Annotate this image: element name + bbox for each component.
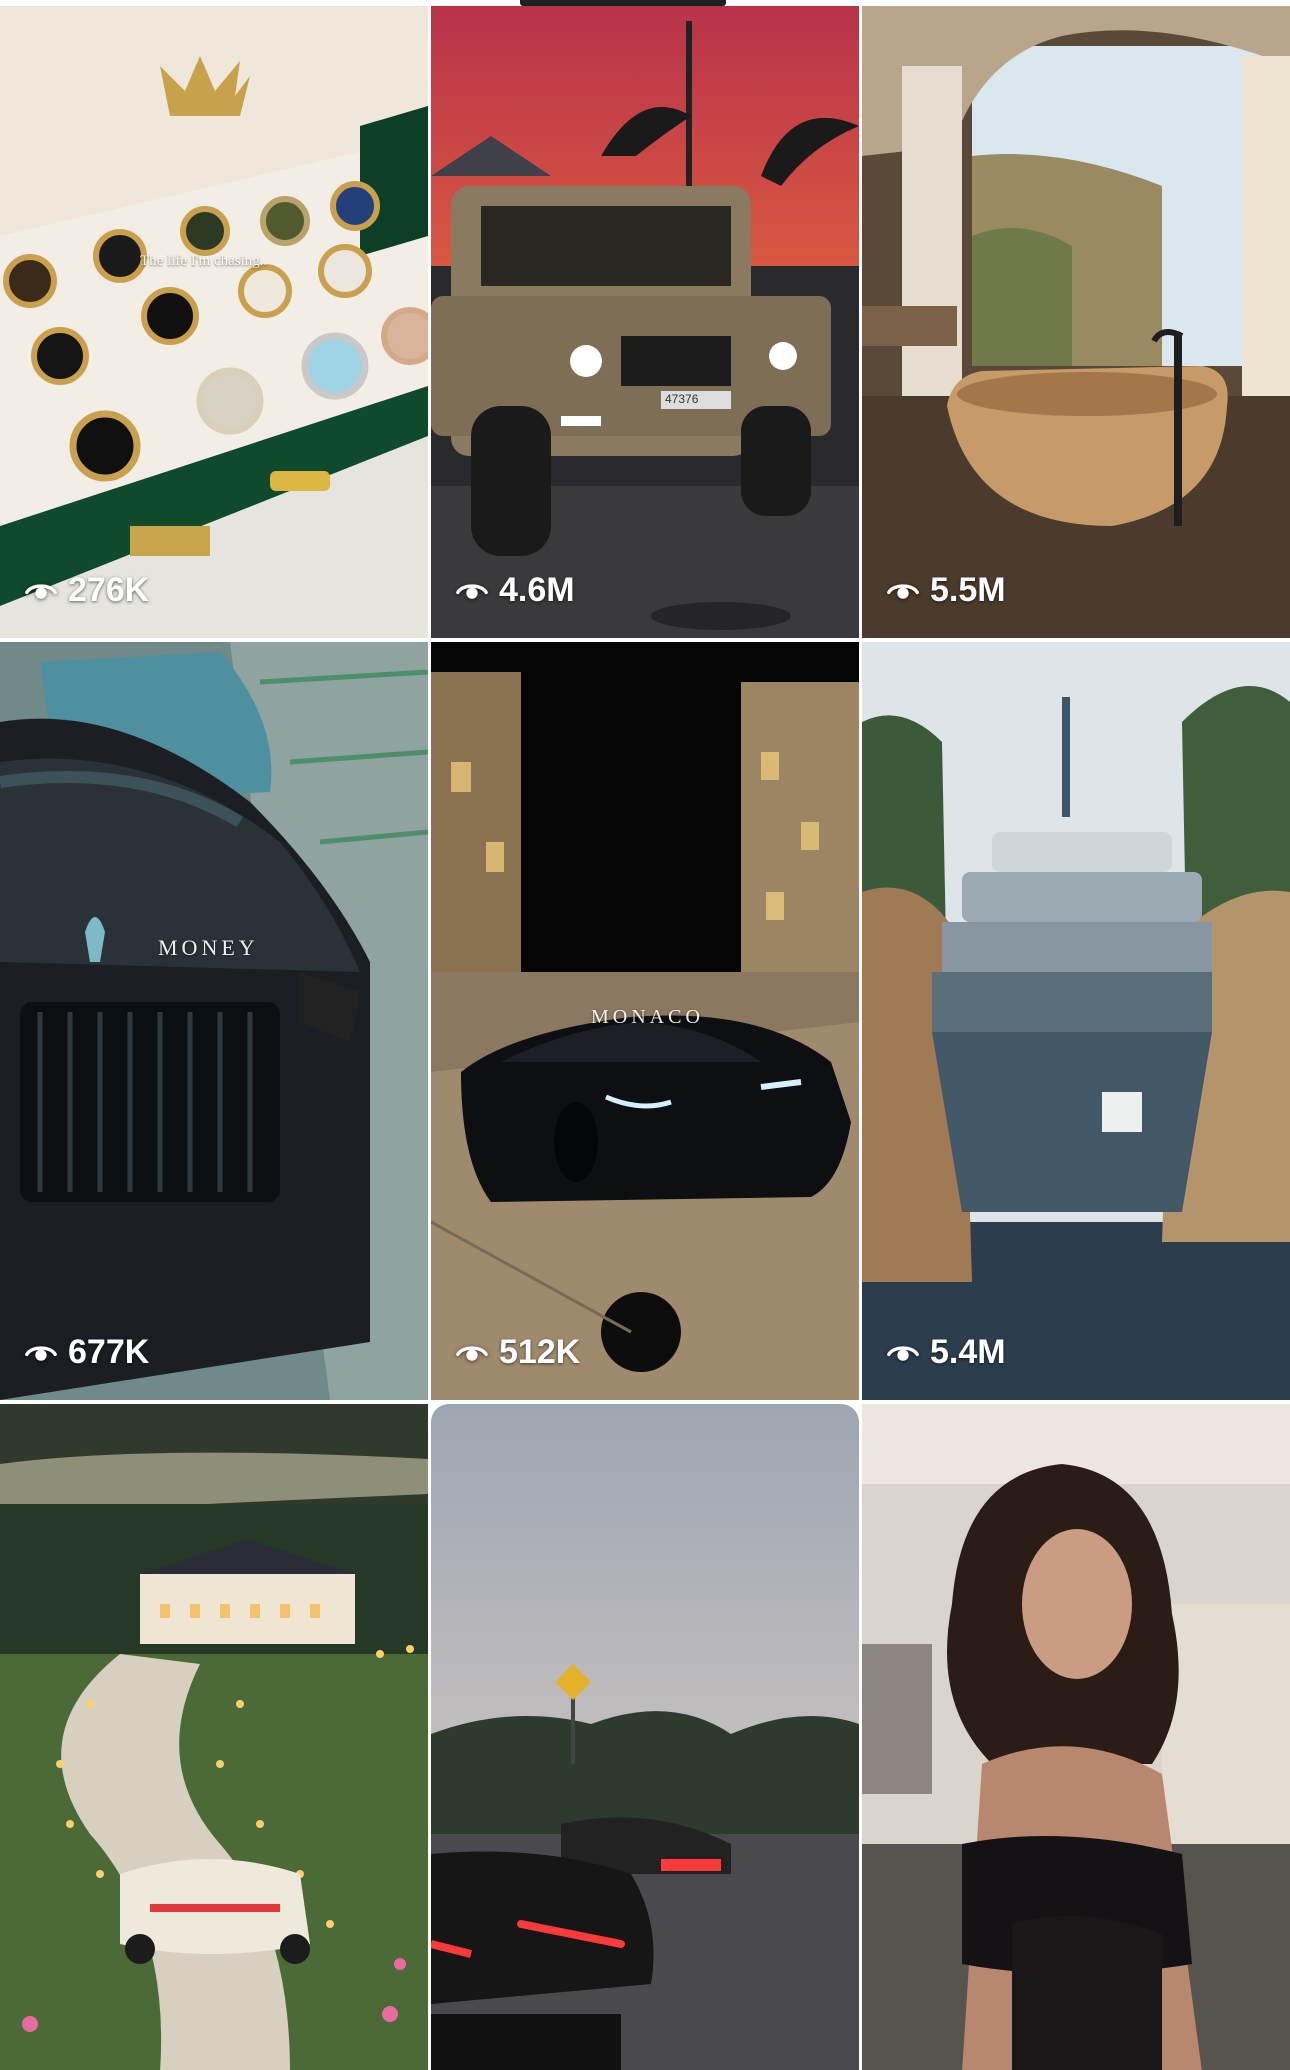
video-thumbnail-hypercar-night[interactable]: MONACO 512K [431, 642, 859, 1400]
eye-icon [456, 583, 488, 599]
video-thumbnail-portrait[interactable] [862, 1404, 1290, 2070]
eye-icon [456, 1345, 488, 1361]
thumbnail-image [0, 1404, 428, 2070]
video-caption: The life I'm chasing.. [140, 253, 268, 269]
view-count-value: 677K [68, 1333, 150, 1371]
thumbnail-image [862, 6, 1290, 638]
view-count: 276K [24, 571, 149, 610]
video-thumbnail-luxury-sedan[interactable]: MONEY 677K [0, 642, 428, 1400]
video-grid: The life I'm chasing.. 276K 47376 4.6M 5… [0, 6, 1290, 2070]
video-thumbnail-suv-sunset[interactable]: 47376 4.6M [431, 6, 859, 638]
view-count-value: 5.4M [930, 1333, 1006, 1371]
video-thumbnail-cliff-bathtub[interactable]: 5.5M [862, 6, 1290, 638]
thumbnail-image [0, 642, 428, 1400]
thumbnail-image [0, 6, 428, 638]
video-thumbnail-watch-box[interactable]: The life I'm chasing.. 276K [0, 6, 428, 638]
view-count-value: 276K [68, 571, 150, 609]
video-thumbnail-supercars-road[interactable] [431, 1404, 859, 2070]
video-caption: MONEY [158, 935, 259, 960]
thumbnail-image [431, 6, 859, 638]
video-thumbnail-yacht-cove[interactable]: 5.4M [862, 642, 1290, 1400]
eye-icon [25, 583, 57, 599]
video-caption: MONACO [591, 1006, 704, 1028]
eye-icon [25, 1345, 57, 1361]
video-thumbnail-mansion-drive[interactable] [0, 1404, 428, 2070]
view-count: 5.5M [886, 571, 1006, 610]
view-count: 4.6M [455, 571, 575, 610]
view-count-value: 512K [499, 1333, 581, 1371]
thumbnail-image [862, 1404, 1290, 2070]
view-count: 5.4M [886, 1333, 1006, 1372]
eye-icon [887, 583, 919, 599]
eye-icon [887, 1345, 919, 1361]
view-count-value: 4.6M [499, 571, 575, 609]
thumbnail-image [431, 1404, 859, 2070]
view-count-value: 5.5M [930, 571, 1006, 609]
view-count: 677K [24, 1333, 149, 1372]
view-count: 512K [455, 1333, 580, 1372]
thumbnail-image [862, 642, 1290, 1400]
license-plate: 47376 [665, 392, 699, 406]
